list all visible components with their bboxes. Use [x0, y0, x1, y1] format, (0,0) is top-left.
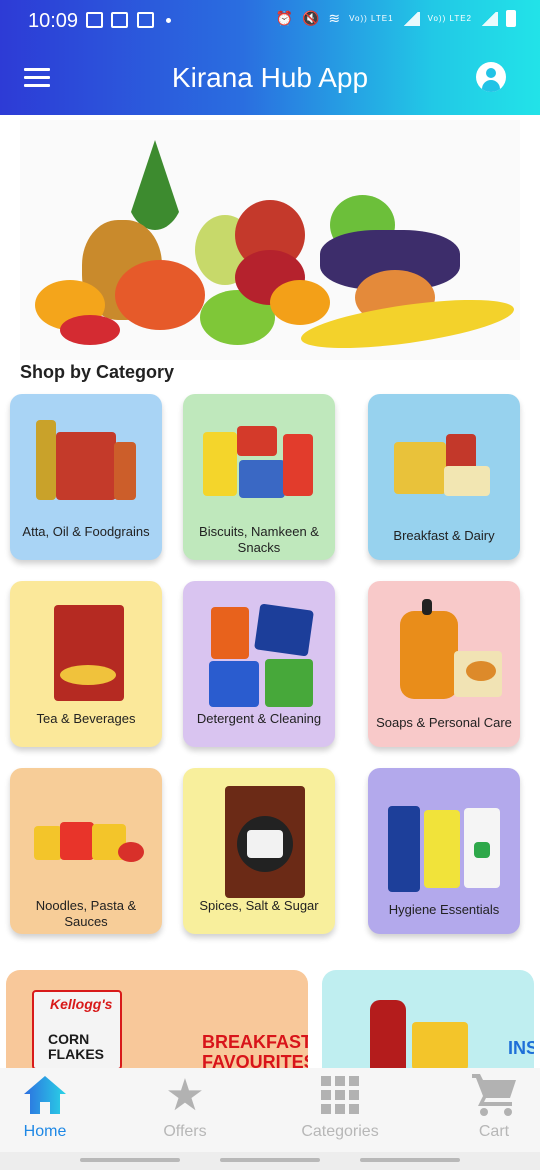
app-notification-icon [137, 12, 154, 28]
noodles-image [26, 786, 146, 886]
carrier2-label: Vo)) LTE2 [427, 14, 472, 23]
more-notifications-icon [166, 18, 171, 23]
nav-offers-label: Offers [163, 1123, 207, 1140]
image-notification-icon [111, 12, 128, 28]
header: Kirana Hub App [0, 42, 540, 115]
breakfast-dairy-image [384, 412, 504, 512]
maggi-pack [412, 1022, 468, 1070]
category-label: Soaps & Personal Care [376, 715, 512, 730]
nav-home[interactable]: Home [0, 1068, 105, 1152]
section-title: Shop by Category [20, 362, 175, 382]
category-card-hygiene[interactable]: Hygiene Essentials [368, 768, 520, 934]
bottom-nav: Home ★ Offers Categories Cart [0, 1068, 540, 1152]
carrier1-label: Vo)) LTE1 [349, 14, 394, 23]
tea-beverages-image [26, 599, 146, 701]
category-label: Biscuits, Namkeen & Snacks [199, 524, 319, 555]
promo-product: CORN FLAKES [48, 1031, 104, 1062]
home-icon [24, 1076, 66, 1114]
category-label: Atta, Oil & Foodgrains [22, 524, 150, 539]
promo-brand: Kellogg's [50, 996, 113, 1012]
category-card-atta-oil[interactable]: Atta, Oil & Foodgrains [10, 394, 162, 560]
nav-offers[interactable]: ★ Offers [125, 1068, 245, 1152]
category-card-biscuits[interactable]: Biscuits, Namkeen & Snacks [183, 394, 335, 560]
app-bar: 10:09 ⏰ 🔇 ≋ Vo)) LTE1 Vo)) LTE2 Kirana H… [0, 0, 540, 115]
nav-home-label: Home [23, 1123, 67, 1140]
mute-icon: 🔇 [301, 10, 321, 26]
category-label: Tea & Beverages [36, 711, 136, 726]
status-time: 10:09 [28, 10, 79, 32]
nav-cart[interactable]: Cart [434, 1068, 540, 1152]
battery-icon [506, 10, 516, 27]
status-bar: 10:09 ⏰ 🔇 ≋ Vo)) LTE1 Vo)) LTE2 [0, 0, 540, 42]
category-card-spices[interactable]: Spices, Salt & Sugar [183, 768, 335, 934]
ketchup-bottle [370, 1000, 406, 1070]
category-card-soaps[interactable]: Soaps & Personal Care [368, 581, 520, 747]
system-gesture-bar [0, 1152, 540, 1170]
category-label: Breakfast & Dairy [393, 528, 495, 543]
category-label: Noodles, Pasta & Sauces [35, 898, 137, 929]
category-card-breakfast-dairy[interactable]: Breakfast & Dairy [368, 394, 520, 560]
atta-oil-image [26, 412, 146, 512]
alarm-icon: ⏰ [275, 10, 294, 26]
biscuits-image [199, 412, 319, 512]
signal2-icon [480, 11, 498, 26]
category-card-tea-beverages[interactable]: Tea & Beverages [10, 581, 162, 747]
status-right: ⏰ 🔇 ≋ Vo)) LTE1 Vo)) LTE2 [276, 10, 516, 27]
category-card-detergent[interactable]: Detergent & Cleaning [183, 581, 335, 747]
cart-icon [472, 1074, 516, 1116]
star-icon: ★ [165, 1071, 205, 1120]
category-label: Hygiene Essentials [388, 902, 500, 917]
detergent-image [199, 599, 319, 707]
promo-banner-breakfast[interactable]: Kellogg's CORN FLAKES BREAKFAST FAVOURIT… [6, 970, 308, 1070]
page-title: Kirana Hub App [171, 62, 369, 93]
category-label: Spices, Salt & Sugar [199, 898, 319, 913]
promo-line1: BREAKFAST [202, 1032, 308, 1052]
hygiene-image [384, 786, 504, 892]
category-label: Detergent & Cleaning [196, 711, 322, 726]
profile-icon[interactable] [476, 62, 506, 92]
hero-banner-fruits[interactable] [20, 120, 520, 360]
signal1-icon [401, 11, 420, 26]
nav-categories-label: Categories [301, 1123, 379, 1140]
gallery-notification-icon [86, 12, 103, 28]
category-card-noodles[interactable]: Noodles, Pasta & Sauces [10, 768, 162, 934]
wifi-icon: ≋ [328, 10, 342, 26]
nav-categories[interactable]: Categories [280, 1068, 400, 1152]
grid-icon [321, 1076, 359, 1114]
nav-cart-label: Cart [478, 1123, 510, 1140]
promo-banner-sauces[interactable]: INS [322, 970, 534, 1070]
soaps-image [384, 599, 504, 699]
spices-image [199, 786, 319, 898]
promo2-text: INS [508, 1038, 534, 1058]
